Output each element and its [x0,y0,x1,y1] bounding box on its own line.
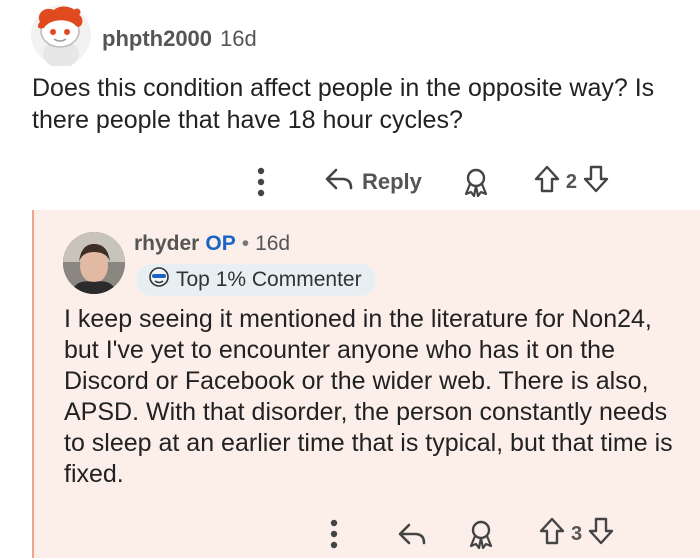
comment-body: Does this condition affect people in the… [32,74,655,134]
upvote-icon[interactable] [534,165,560,199]
comment-actions: Reply 2 [250,162,609,202]
reply-age: 16d [255,232,291,255]
award-icon[interactable] [462,167,490,197]
comment-author[interactable]: phpth2000 [102,26,212,52]
upvote-icon[interactable] [539,517,565,551]
avatar[interactable] [63,232,125,294]
more-options-icon[interactable] [323,516,345,552]
top-comment: phpth2000 16d Does this condition affect… [0,0,700,210]
reply-arrow-icon [324,167,354,197]
commenter-badge[interactable]: Top 1% Commenter [136,264,376,296]
vote-count: 2 [565,170,578,193]
op-tag: OP [205,232,236,255]
badge-icon [148,266,170,294]
downvote-icon[interactable] [583,165,609,199]
comment-meta: phpth2000 16d [102,26,257,52]
reply-actions: 3 [323,514,614,554]
vote-controls: 2 [534,165,609,199]
reply-label: Reply [362,169,422,194]
reply-arrow-icon[interactable] [397,522,427,546]
vote-count: 3 [571,522,583,545]
snoo-avatar-icon[interactable] [30,4,92,68]
reply-meta: rhyder OP • 16d [134,232,290,256]
award-icon[interactable] [467,519,495,549]
vote-controls: 3 [539,517,614,551]
comment-age: 16d [220,26,257,51]
downvote-icon[interactable] [588,517,614,551]
reply-body: I keep seeing it mentioned in the litera… [64,305,673,488]
reply-button[interactable]: Reply [324,167,422,197]
more-options-icon[interactable] [250,164,272,200]
meta-separator: • [241,232,250,255]
badge-label: Top 1% Commenter [176,268,362,291]
reply-author[interactable]: rhyder [134,232,199,256]
